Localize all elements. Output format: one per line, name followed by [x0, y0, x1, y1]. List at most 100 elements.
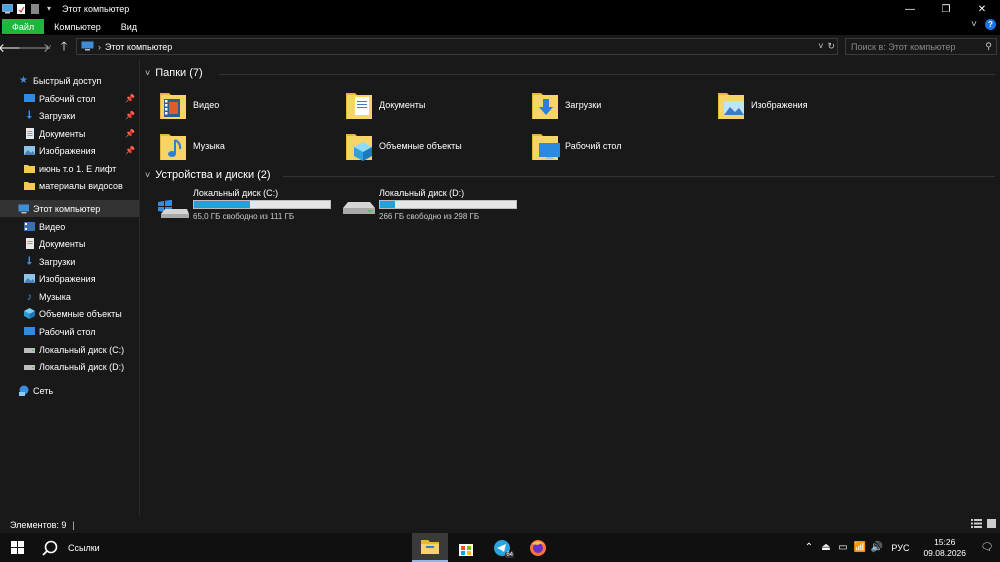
nav-qa-folder-june[interactable]: июнь т.о 1. Е лифт: [0, 160, 139, 177]
search-icon: ⚲: [985, 41, 992, 51]
nav-pc-pictures[interactable]: Изображения: [0, 270, 139, 287]
nav-pc-music[interactable]: ♪ Музыка: [0, 288, 139, 305]
tab-file[interactable]: Файл: [2, 19, 45, 34]
group-folders-header[interactable]: ˅ Папки (7): [145, 67, 995, 79]
large-icons-view-icon[interactable]: [987, 519, 996, 530]
nav-pc-videos[interactable]: Видео: [0, 218, 139, 235]
folder-pictures[interactable]: Изображения: [716, 87, 808, 123]
video-folder-icon: [158, 89, 188, 121]
nav-qa-pictures[interactable]: Изображения 📌: [0, 142, 139, 159]
download-arrow-icon: ⭣: [26, 109, 33, 121]
details-view-icon[interactable]: [971, 519, 982, 530]
documents-icon: [24, 128, 35, 139]
drive-d-usage-bar: [379, 200, 517, 209]
address-dropdown-icon[interactable]: ˅: [818, 41, 823, 52]
folder-music[interactable]: Музыка: [158, 128, 225, 164]
nav-pc-documents[interactable]: Документы: [0, 235, 139, 252]
volume-icon[interactable]: 🔊: [868, 533, 885, 562]
drive-icon: [343, 194, 375, 218]
taskbar-file-explorer[interactable]: [412, 533, 448, 562]
clock[interactable]: 15:26 09.08.2026: [923, 537, 966, 559]
divider: [283, 176, 995, 177]
music-folder-icon: [158, 130, 188, 162]
nav-pc-downloads[interactable]: ⭣ Загрузки: [0, 253, 139, 270]
downloads-folder-icon: [530, 89, 560, 121]
content-area: ˅ Папки (7) Видео Документы Загрузки Изо…: [141, 59, 1000, 516]
folder-desktop[interactable]: Рабочий стол: [530, 128, 622, 164]
nav-pc-drive-c[interactable]: Локальный диск (C:): [0, 341, 139, 358]
folder-downloads[interactable]: Загрузки: [530, 87, 601, 123]
search-icon: [42, 540, 58, 556]
close-button[interactable]: ✕: [964, 0, 1000, 18]
items-count: Элементов: 9: [10, 519, 67, 530]
navigation-pane: ★ Быстрый доступ Рабочий стол 📌 ⭣ Загрузк…: [0, 59, 140, 516]
nav-qa-folder-materials[interactable]: материалы видосов: [0, 177, 139, 194]
nav-this-pc[interactable]: Этот компьютер: [0, 200, 139, 217]
documents-folder-icon: [344, 89, 374, 121]
folder-videos[interactable]: Видео: [158, 87, 219, 123]
maximize-button[interactable]: ❐: [928, 0, 964, 18]
this-pc-icon: [18, 203, 29, 214]
refresh-icon[interactable]: ↻: [827, 41, 835, 52]
nav-pc-drive-d[interactable]: Локальный диск (D:): [0, 358, 139, 375]
view-switcher: [971, 519, 996, 530]
taskbar-search-label[interactable]: Ссылки: [68, 543, 100, 553]
battery-icon[interactable]: ▭: [834, 533, 851, 562]
network-icon: [18, 385, 29, 396]
folder-3d-objects[interactable]: Объемные объекты: [344, 128, 462, 164]
drive-c[interactable]: Локальный диск (C:) 65,0 ГБ свободно из …: [157, 188, 337, 224]
computer-icon[interactable]: [2, 4, 13, 14]
taskbar-firefox[interactable]: [520, 533, 556, 562]
taskbar-search-button[interactable]: [34, 533, 66, 562]
windows-logo-icon: [10, 541, 24, 554]
firefox-icon: [530, 539, 546, 556]
group-drives-header[interactable]: ˅ Устройства и диски (2): [145, 169, 995, 181]
nav-qa-downloads[interactable]: ⭣ Загрузки 📌: [0, 107, 139, 124]
show-hidden-icons-icon[interactable]: ⌃: [800, 533, 817, 562]
nav-quick-access[interactable]: ★ Быстрый доступ: [0, 72, 139, 89]
title-bar: ▾ Этот компьютер — ❐ ✕: [0, 0, 1000, 18]
navigation-bar: 🡐 🡒 ˅ 🡑 › Этот компьютер ˅ ↻ Поиск в: Эт…: [0, 35, 1000, 59]
drive-icon: [24, 344, 35, 355]
nav-qa-documents[interactable]: Документы 📌: [0, 125, 139, 142]
drive-icon: [24, 361, 35, 372]
minimize-button[interactable]: —: [892, 0, 928, 18]
breadcrumb-separator-icon[interactable]: ›: [98, 42, 101, 52]
language-indicator[interactable]: РУС: [891, 543, 909, 553]
properties-icon[interactable]: [16, 4, 26, 14]
up-button[interactable]: 🡑: [54, 37, 74, 57]
ribbon-expand-icon[interactable]: ˅: [971, 19, 977, 30]
desktop-icon: [24, 326, 35, 337]
drive-c-usage-bar: [193, 200, 331, 209]
help-icon[interactable]: ?: [985, 19, 996, 30]
desktop-icon: [24, 93, 35, 104]
quick-access-toolbar: ▾: [0, 4, 54, 14]
taskbar-store[interactable]: [448, 533, 484, 562]
tab-view[interactable]: Вид: [111, 19, 147, 34]
search-input[interactable]: Поиск в: Этот компьютер ⚲: [845, 38, 997, 55]
nav-pc-desktop[interactable]: Рабочий стол: [0, 323, 139, 340]
clock-time: 15:26: [934, 536, 956, 547]
usb-icon[interactable]: ⏏: [817, 533, 834, 562]
wifi-icon[interactable]: 📶: [851, 533, 868, 562]
notifications-icon[interactable]: 🗨: [974, 533, 1000, 562]
pictures-icon: [24, 145, 35, 156]
drive-d[interactable]: Локальный диск (D:) 266 ГБ свободно из 2…: [343, 188, 523, 224]
address-bar[interactable]: › Этот компьютер ˅ ↻: [76, 38, 838, 55]
start-button[interactable]: [0, 533, 34, 562]
nav-pc-3d-objects[interactable]: Объемные объекты: [0, 305, 139, 322]
music-note-icon: ♪: [26, 290, 33, 303]
dropdown-icon[interactable]: ▾: [44, 4, 54, 14]
tab-computer[interactable]: Компьютер: [44, 19, 111, 34]
new-folder-icon[interactable]: [30, 4, 40, 14]
forward-button[interactable]: 🡒: [18, 37, 50, 57]
breadcrumb-this-pc[interactable]: Этот компьютер: [105, 42, 172, 52]
pin-icon: 📌: [125, 129, 135, 138]
recent-locations-button[interactable]: ˅: [44, 37, 54, 57]
drive-c-usage-fill: [194, 201, 251, 208]
nav-network[interactable]: Сеть: [0, 382, 139, 399]
taskbar-telegram[interactable]: 64: [484, 533, 520, 562]
nav-qa-desktop[interactable]: Рабочий стол 📌: [0, 90, 139, 107]
folder-documents[interactable]: Документы: [344, 87, 425, 123]
window-controls: — ❐ ✕: [892, 0, 1000, 18]
